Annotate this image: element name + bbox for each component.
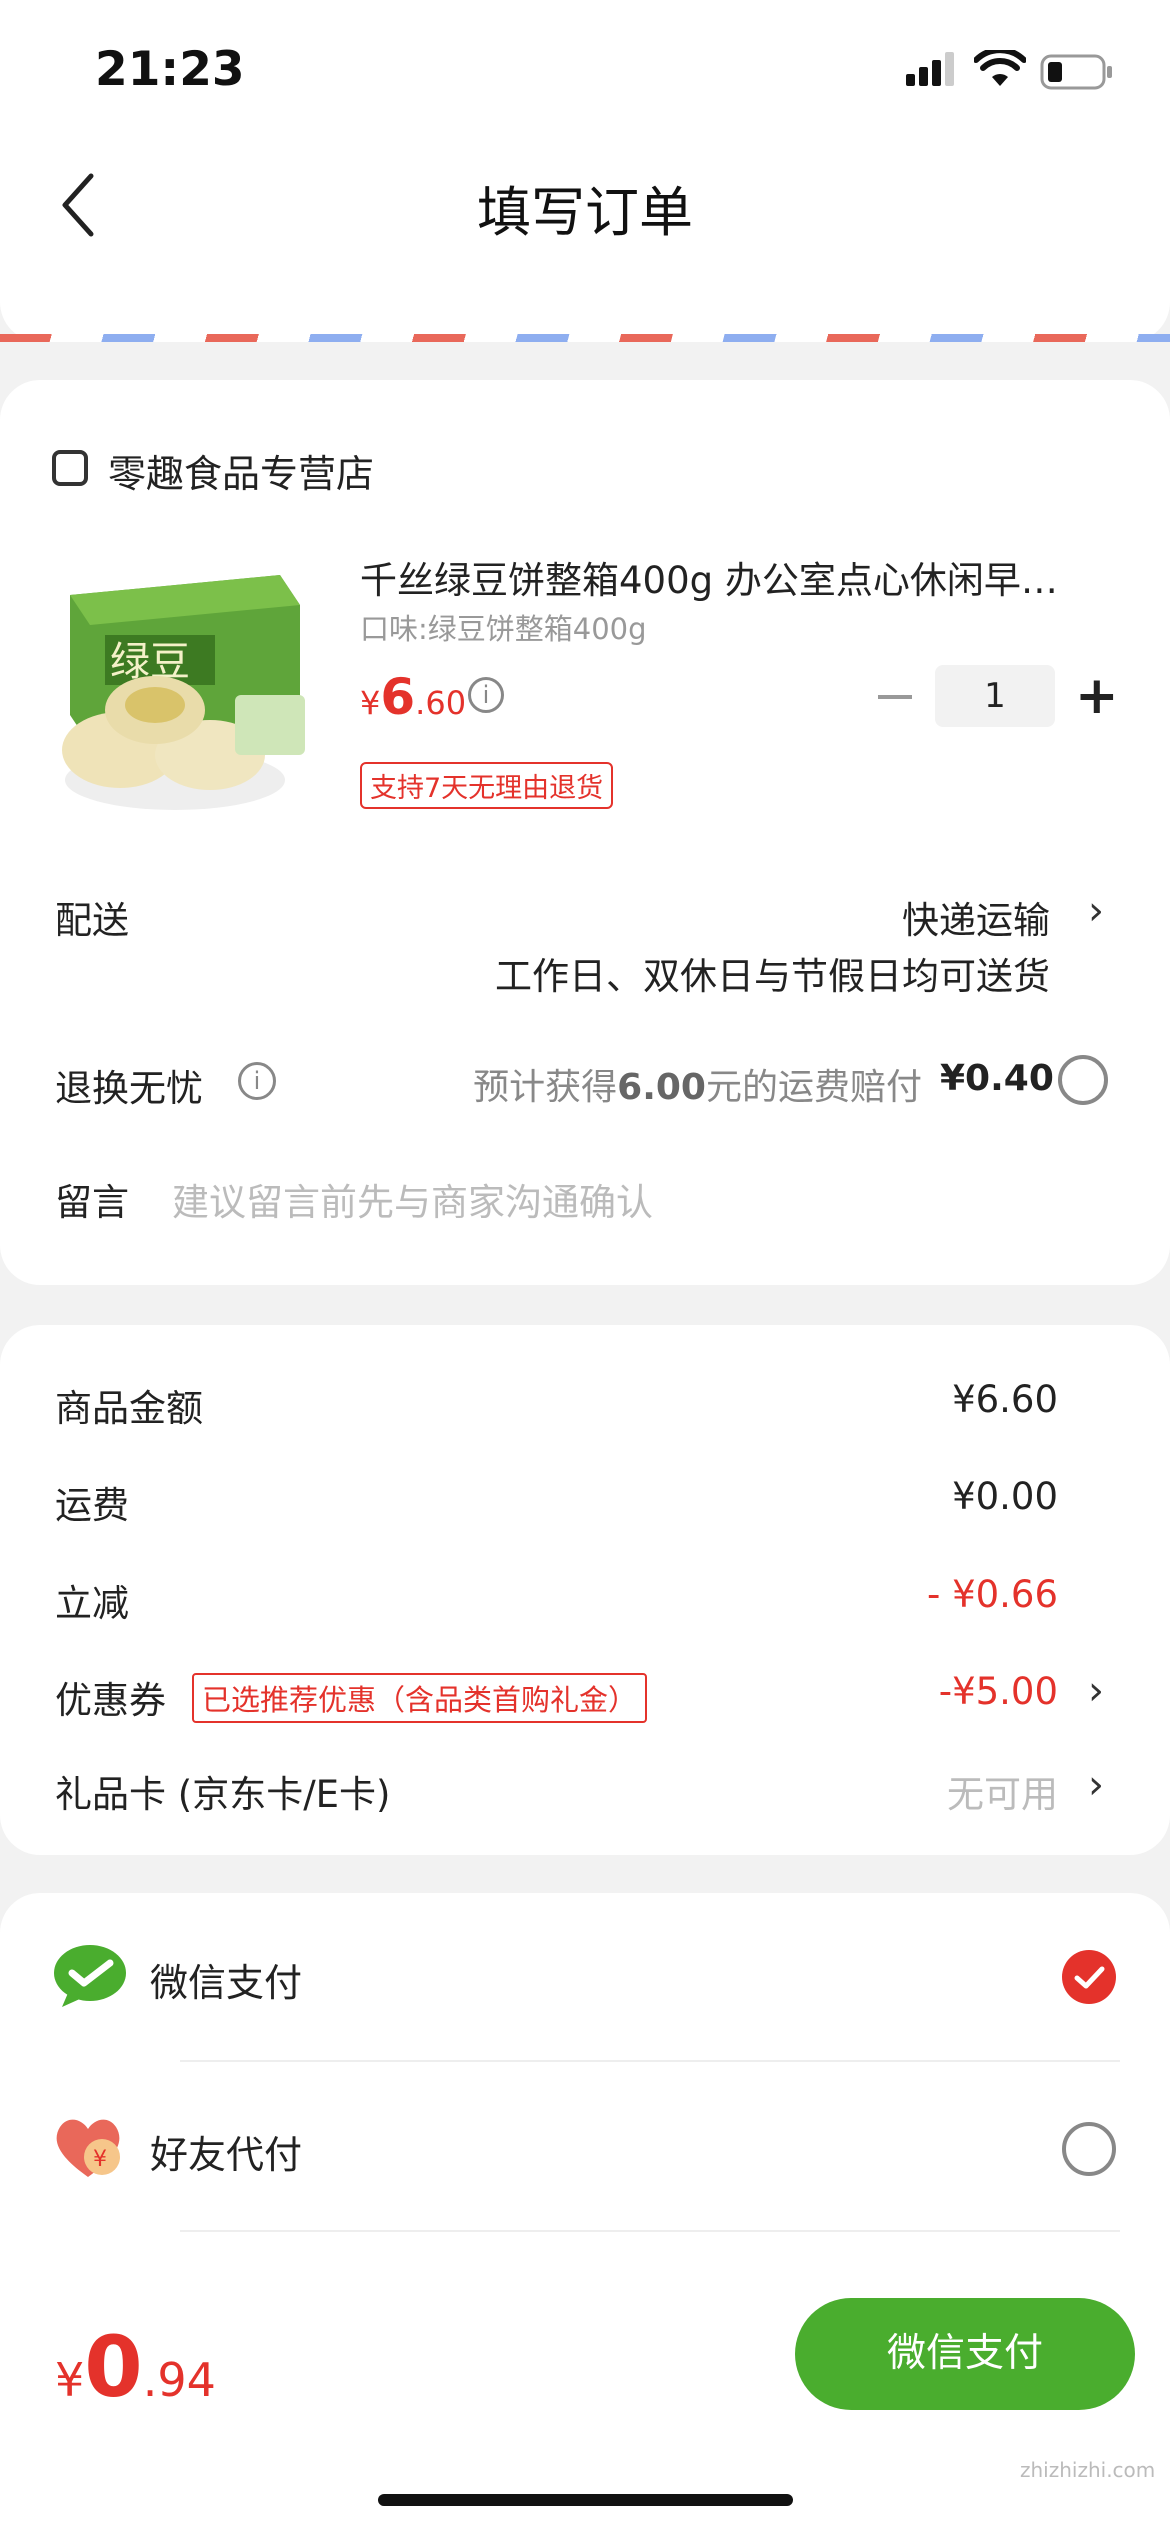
price-dec: .60 [415,684,467,722]
friend-pay-radio[interactable] [1062,2122,1116,2176]
price-symbol: ¥ [360,684,381,722]
message-label: 留言 [55,1181,129,1224]
info-icon[interactable]: i [238,1062,276,1100]
quantity-plus-button[interactable]: + [1075,668,1119,724]
coupon-value[interactable]: -¥5.00 [939,1670,1058,1713]
info-icon[interactable]: i [468,677,504,713]
pay-button[interactable]: 微信支付 [795,2298,1135,2410]
desc-post: 元的运费赔付 [705,1067,922,1108]
battery-icon [1040,54,1112,90]
friend-pay-label[interactable]: 好友代付 [150,2124,302,2179]
total-int: 0 [84,2318,143,2416]
coupon-tag[interactable]: 已选推荐优惠（含品类首购礼金） [192,1673,648,1723]
watermark: zhizhizhi.com [1020,2458,1156,2482]
price-int: 6 [380,668,416,726]
discount-label: 立减 [55,1582,129,1625]
quantity-input[interactable]: 1 [935,665,1055,727]
return-insurance-radio[interactable] [1058,1055,1108,1105]
divider [180,2230,1120,2232]
total-dec: .94 [142,2353,216,2407]
desc-amount: 6.00 [617,1067,706,1108]
shop-icon [52,450,88,486]
return-insurance-desc: 预计获得6.00元的运费赔付 [473,1058,922,1110]
return-insurance-price: ¥0.40 [940,1058,1054,1099]
shipping-label: 运费 [55,1484,129,1527]
total-price: ¥0.94 [55,2318,216,2416]
divider [180,2060,1120,2062]
goods-amount-value: ¥6.60 [952,1378,1058,1421]
home-indicator[interactable] [378,2494,793,2506]
wechat-pay-label[interactable]: 微信支付 [150,1952,302,2007]
return-insurance-label: 退换无忧 [55,1067,203,1110]
airmail-border [0,334,1170,342]
chevron-right-icon[interactable]: › [1088,1762,1104,1808]
address-card[interactable] [0,270,1170,342]
delivery-note: 工作日、双休日与节假日均可送货 [495,955,1050,998]
status-time: 21:23 [95,42,245,97]
product-price: ¥6.60 [360,668,466,726]
giftcard-label: 礼品卡 (京东卡/E卡) [55,1773,391,1816]
shipping-value: ¥0.00 [952,1475,1058,1518]
desc-pre: 预计获得 [473,1067,618,1108]
return-policy-tag: 支持7天无理由退货 [360,762,614,809]
check-circle-icon[interactable] [1062,1950,1116,2004]
product-spec[interactable]: 口味:绿豆饼整箱400g [360,606,647,648]
delivery-label: 配送 [55,899,129,942]
svg-text:¥: ¥ [93,2147,107,2172]
order-card [0,380,1170,1285]
cellular-signal-icon [906,52,954,86]
chevron-right-icon[interactable]: › [1088,1668,1104,1714]
discount-value: - ¥0.66 [926,1573,1058,1616]
goods-amount-label: 商品金额 [55,1387,203,1430]
product-image[interactable]: 绿豆 [50,535,310,825]
chevron-right-icon[interactable]: › [1088,888,1104,934]
wechat-pay-icon [54,1945,126,2007]
coupon-label: 优惠券 [55,1679,166,1722]
message-input[interactable]: 建议留言前先与商家沟通确认 [172,1172,653,1226]
shop-name[interactable]: 零趣食品专营店 [108,443,374,498]
giftcard-value[interactable]: 无可用 [947,1764,1058,1818]
quantity-minus-button[interactable] [878,695,912,699]
total-symbol: ¥ [55,2353,85,2407]
wifi-icon [974,50,1026,86]
page-title: 填写订单 [477,181,693,244]
delivery-method[interactable]: 快递运输 [902,890,1050,944]
product-title[interactable]: 千丝绿豆饼整箱400g 办公室点心休闲早… [360,550,1120,604]
heart-icon: ¥ [56,2119,120,2177]
